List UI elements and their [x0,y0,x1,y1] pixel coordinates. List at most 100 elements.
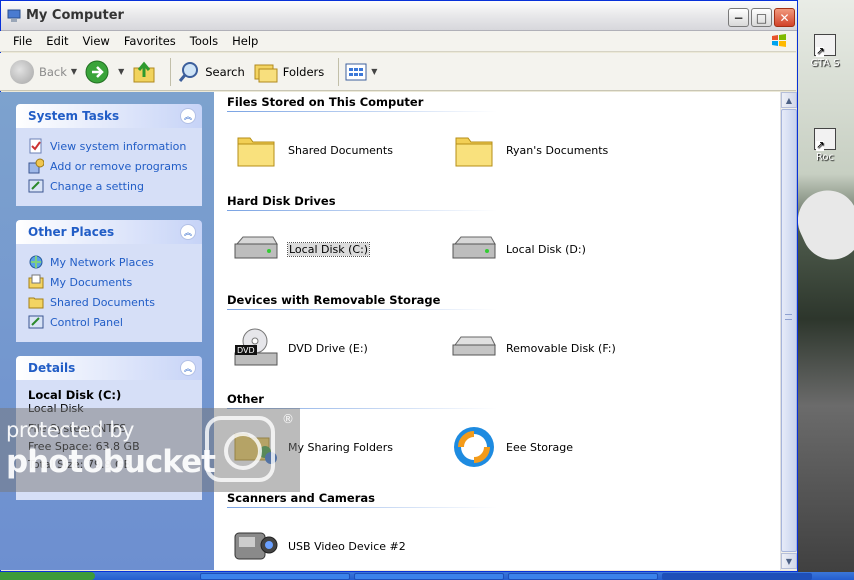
taskbar-button[interactable] [508,573,658,580]
dvd-drive-icon: DVD [234,328,278,366]
item-label: Local Disk (C:) [286,241,371,257]
group-title-other: Other [227,392,264,406]
menu-bar: File Edit View Favorites Tools Help [0,31,796,52]
forward-button[interactable]: ▼ [85,60,124,84]
menu-view[interactable]: View [76,34,117,48]
watermark-line2: photobucket [6,444,216,480]
system-tasks-header[interactable]: System Tasks ︽ [16,104,202,128]
panel-title: Details [28,361,76,375]
task-view-system-information[interactable]: View system information [28,136,192,156]
toolbar-separator [170,57,172,86]
title-bar[interactable]: My Computer − □ ✕ [1,1,797,31]
up-folder-icon [133,61,155,82]
start-button[interactable] [0,572,95,580]
item-shared-documents[interactable]: Shared Documents [232,128,393,172]
menu-help[interactable]: Help [225,34,265,48]
group-title-scanners-cameras: Scanners and Cameras [227,491,375,505]
task-label: Change a setting [50,179,144,193]
task-add-remove-programs[interactable]: Add or remove programs [28,156,192,176]
windows-logo-icon [772,34,786,47]
folder-icon [237,137,275,167]
item-label: Eee Storage [506,440,574,454]
item-label: DVD Drive (E:) [288,341,368,355]
item-label: Shared Documents [288,143,393,157]
item-label: Ryan's Documents [506,143,609,157]
menu-edit[interactable]: Edit [39,34,75,48]
chevron-down-icon[interactable]: ▼ [371,67,377,76]
my-documents-icon [28,274,44,289]
toolbar-separator [338,57,340,86]
place-shared-documents[interactable]: Shared Documents [28,292,192,312]
group-divider [227,210,497,211]
panel-title: System Tasks [28,109,120,123]
chevron-down-icon[interactable]: ▼ [118,67,124,76]
forward-arrow-icon [85,60,109,83]
scrollbar-grip [785,314,792,320]
up-folder-button[interactable] [132,60,156,84]
item-label: Local Disk (D:) [506,242,586,256]
panel-title: Other Places [28,225,115,239]
minimize-button[interactable]: − [728,8,749,27]
group-divider [227,111,497,112]
scrollbar-thumb[interactable] [781,109,797,552]
views-button[interactable]: ▼ [345,63,377,81]
collapse-chevron-icon[interactable]: ︽ [180,224,196,240]
back-label: Back [39,64,67,79]
system-tasks-panel: System Tasks ︽ View system information A… [16,104,202,206]
scroll-down-arrow[interactable]: ▼ [781,553,797,569]
item-removable-disk-f[interactable]: Removable Disk (F:) [450,326,616,370]
place-control-panel[interactable]: Control Panel [28,312,192,332]
collapse-chevron-icon[interactable]: ︽ [180,108,196,124]
taskbar-button[interactable] [200,573,350,580]
task-label: View system information [50,139,187,153]
place-label: My Network Places [50,255,154,269]
place-my-documents[interactable]: My Documents [28,272,192,292]
desktop-icon-roc[interactable]: Roc [796,128,854,163]
photobucket-watermark: protected by photobucket ® [0,408,300,492]
chevron-down-icon[interactable]: ▼ [71,67,77,76]
taskbar-button[interactable] [354,573,504,580]
registered-mark: ® [282,412,294,426]
folders-button[interactable]: Folders [253,60,325,84]
item-ryans-documents[interactable]: Ryan's Documents [450,128,608,172]
menu-favorites[interactable]: Favorites [117,34,183,48]
close-button[interactable]: ✕ [774,8,795,27]
item-local-disk-d[interactable]: Local Disk (D:) [450,227,586,271]
item-eee-storage[interactable]: Eee Storage [450,425,573,469]
collapse-chevron-icon[interactable]: ︽ [180,360,196,376]
place-label: Shared Documents [50,295,155,309]
other-places-header[interactable]: Other Places ︽ [16,220,202,244]
taskbar [0,572,854,580]
details-name: Local Disk (C:) [28,388,122,402]
video-camera-icon [234,532,278,560]
menu-file[interactable]: File [6,34,39,48]
search-button[interactable]: Search [177,60,245,84]
place-my-network-places[interactable]: My Network Places [28,252,192,272]
item-usb-video-device[interactable]: USB Video Device #2 [232,524,406,568]
add-remove-programs-icon [28,158,44,174]
folders-label: Folders [282,64,325,79]
desktop-icon-label: GTA S [810,58,840,69]
shortcut-icon [814,128,836,151]
item-dvd-drive-e[interactable]: DVD DVD Drive (E:) [232,326,368,370]
place-label: My Documents [50,275,133,289]
scroll-up-arrow[interactable]: ▲ [781,92,797,108]
vertical-scrollbar[interactable]: ▲ ▼ [780,92,797,570]
menu-tools[interactable]: Tools [183,34,225,48]
removable-disk-icon [452,336,496,356]
task-pane: System Tasks ︽ View system information A… [0,92,214,570]
views-icon [345,63,367,80]
maximize-button[interactable]: □ [751,8,772,27]
folders-icon [254,64,278,82]
taskbar-button-active[interactable] [662,573,812,580]
back-arrow-icon [10,59,34,84]
back-button[interactable]: Back ▼ [10,59,77,84]
item-local-disk-c[interactable]: Local Disk (C:) [232,227,371,271]
watermark-line1: protected by [6,418,134,442]
group-title-removable-storage: Devices with Removable Storage [227,293,441,307]
task-change-setting[interactable]: Change a setting [28,176,192,196]
control-panel-icon [28,315,44,329]
desktop-icon-gta[interactable]: GTA S [796,34,854,69]
details-header[interactable]: Details ︽ [16,356,202,380]
other-places-panel: Other Places ︽ My Network Places My Docu… [16,220,202,342]
